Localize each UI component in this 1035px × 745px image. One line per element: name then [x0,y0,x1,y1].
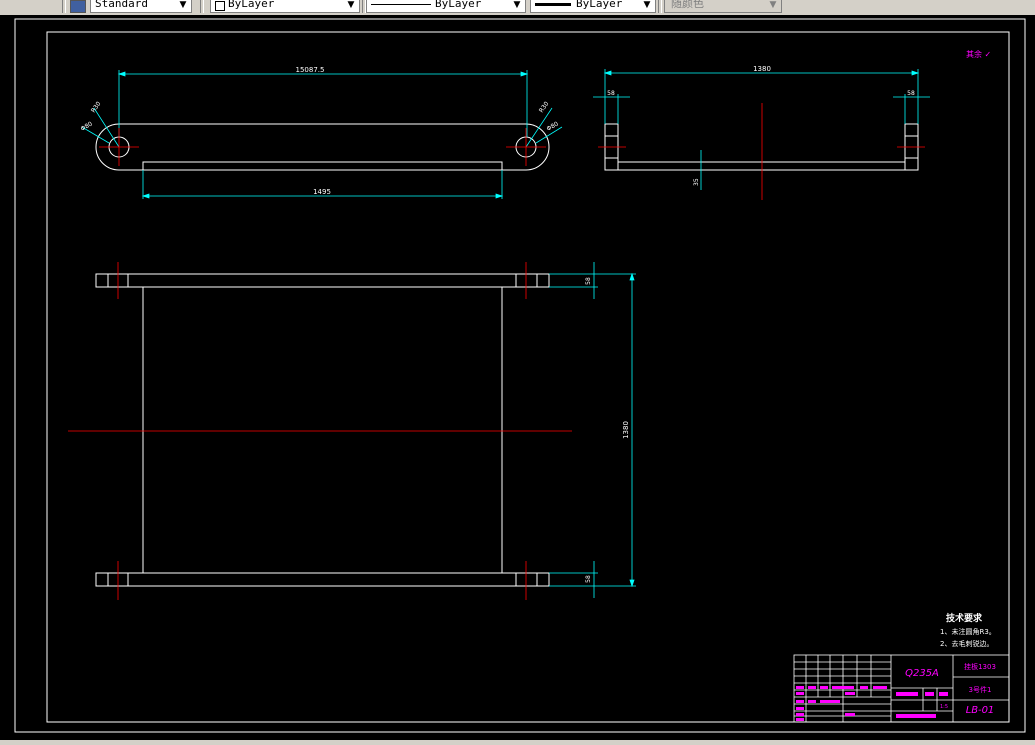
lineweight-sample-icon [535,3,571,6]
toolbar-separator [200,0,204,13]
linetype-sample-icon [371,4,431,5]
text-style-icon[interactable] [70,0,86,13]
linetype-value: ByLayer [435,0,482,10]
toolbar-separator [62,0,66,13]
layer-color-value: ByLayer [228,0,275,10]
top-view [95,123,550,171]
plot-style-value: 随颜色 [671,0,704,10]
side-view [604,123,919,171]
part-sub-label: 3号件1 [969,685,992,694]
overall-length-dim: 15087.5 [296,66,325,74]
material-label: Q235A [905,668,939,679]
roughness-note: 其余 ✓ [966,49,991,59]
outer-frame [14,18,1026,733]
scale-label: 1:5 [940,704,948,710]
chevron-down-icon[interactable]: ▼ [767,0,779,12]
command-line-bar [0,740,1035,745]
chevron-down-icon[interactable]: ▼ [177,0,189,12]
linetype-dropdown[interactable]: ByLayer ▼ [366,0,526,13]
inner-frame [46,31,1010,723]
text-style-value: Standard [95,0,148,10]
drawing-canvas[interactable]: 其余 ✓ 15087.5 1495 R30 Φ80 R30 Φ80 1380 5… [0,15,1035,740]
tech-req-item-1: 1、未注圆角R3。 [940,627,996,636]
cad-drawing: 其余 ✓ 15087.5 1495 R30 Φ80 R30 Φ80 1380 5… [14,18,1026,733]
top-view-dims [81,70,563,199]
side-view-dims [593,69,930,190]
front-bottom-flange-dim: 58 [585,575,592,583]
color-swatch-icon [215,1,225,11]
side-width-dim: 1380 [753,65,771,73]
toolbar-separator [658,0,662,13]
side-flange-left-dim: 58 [607,90,615,97]
lineweight-value: ByLayer [576,0,623,10]
inner-length-dim: 1495 [313,188,331,196]
plot-style-dropdown[interactable]: 随颜色 ▼ [664,0,782,13]
tech-req-title: 技术要求 [946,612,983,624]
side-flange-right-dim: 58 [907,90,915,97]
properties-toolbar: Standard ▼ ByLayer ▼ ByLayer ▼ ByLayer ▼… [0,0,1035,16]
chevron-down-icon[interactable]: ▼ [345,0,357,12]
front-view-centerlines [68,262,572,600]
layer-color-dropdown[interactable]: ByLayer ▼ [210,0,360,13]
text-style-dropdown[interactable]: Standard ▼ [90,0,192,13]
drawing-number-label: LB-01 [966,705,995,716]
side-thickness-dim: 35 [693,178,700,186]
radius-dim-right: R30 [538,100,551,114]
front-view [95,273,550,587]
part-name-label: 挂板1303 [964,662,996,671]
hole-dim-left: Φ80 [80,120,94,132]
tech-req-item-2: 2、去毛刺锐边。 [940,639,993,648]
side-view-centerlines [598,103,925,200]
front-top-flange-dim: 58 [585,277,592,285]
chevron-down-icon[interactable]: ▼ [641,0,653,12]
lineweight-dropdown[interactable]: ByLayer ▼ [530,0,656,13]
top-view-centerlines [99,128,546,166]
front-height-dim: 1380 [622,421,630,439]
radius-dim-left: R30 [90,100,103,114]
chevron-down-icon[interactable]: ▼ [511,0,523,12]
hole-dim-right: Φ80 [546,120,560,132]
